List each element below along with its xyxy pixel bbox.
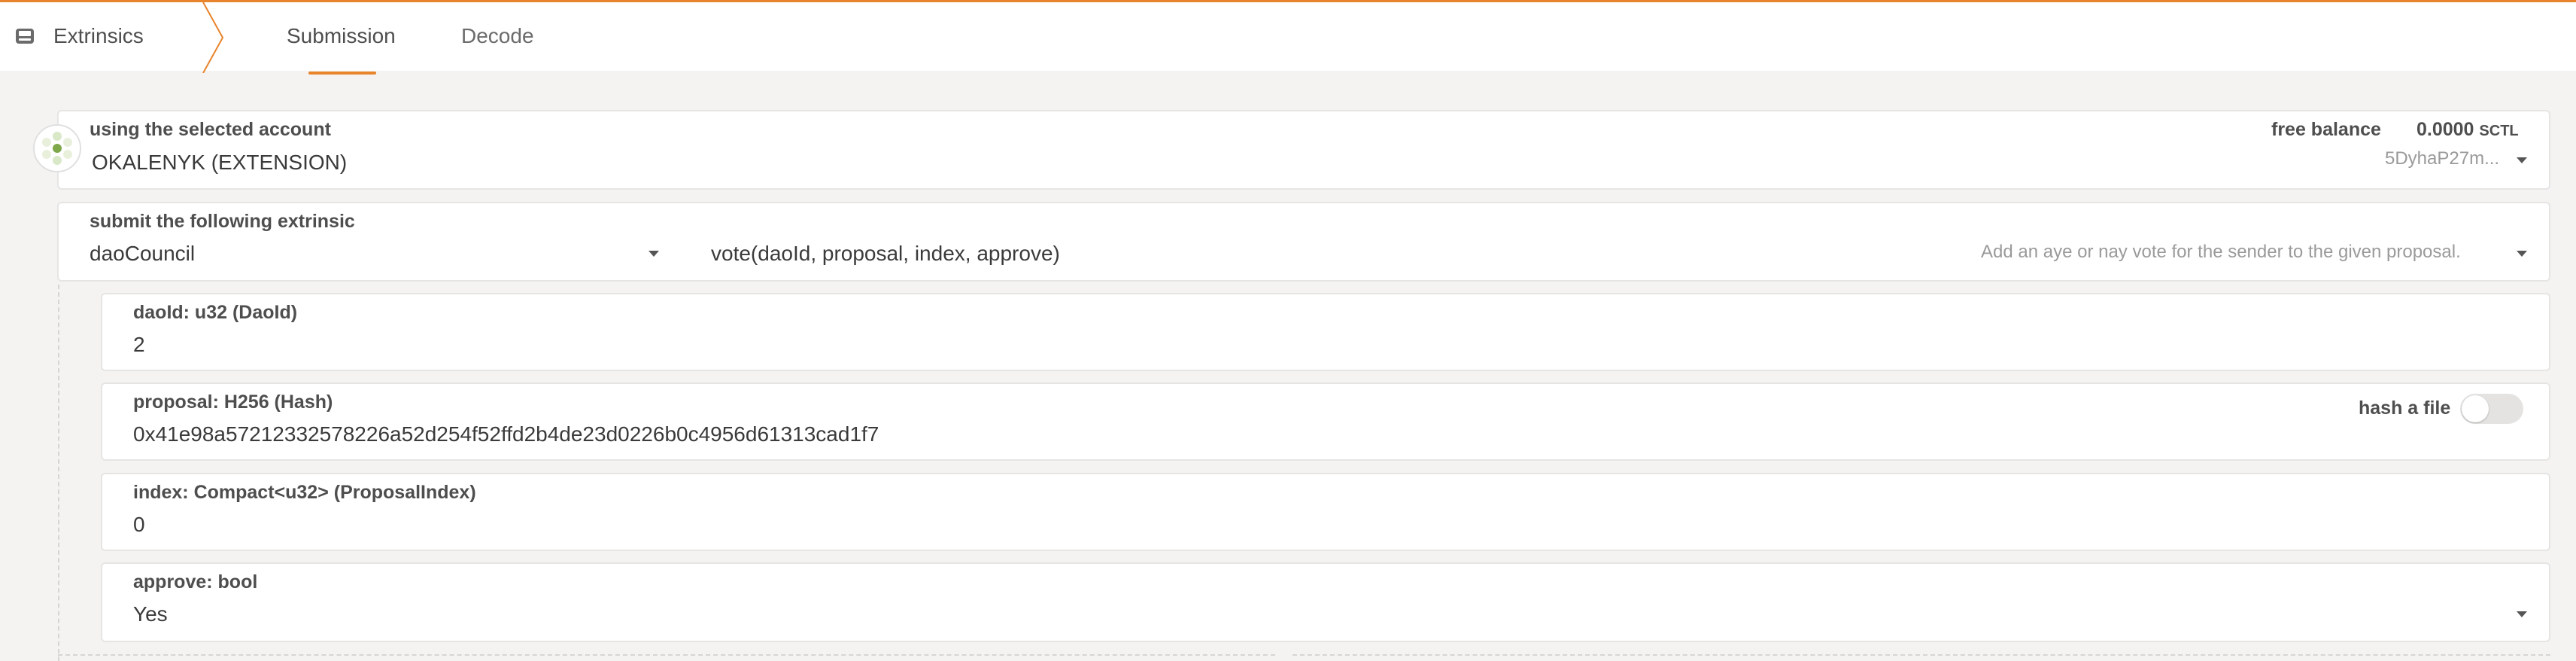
tab-decode[interactable]: Decode	[461, 24, 534, 48]
params-guide-line	[58, 654, 1275, 656]
page-header: Extrinsics Submission Decode	[0, 0, 2576, 75]
free-balance-label: free balance	[2271, 119, 2381, 140]
section-title: Extrinsics	[53, 24, 144, 47]
proposal-hash-input[interactable]: 0x41e98a57212332578226a52d254f52ffd2b4de…	[133, 422, 879, 446]
param-label: approve: bool	[133, 571, 258, 592]
param-approve[interactable]	[101, 562, 2550, 642]
account-label: using the selected account	[90, 119, 331, 140]
chevron-down-icon[interactable]	[2517, 611, 2527, 617]
account-address: 5DyhaP27m...	[2385, 148, 2500, 169]
method-description: Add an aye or nay vote for the sender to…	[1981, 242, 2461, 262]
index-input[interactable]: 0	[133, 513, 145, 537]
params-guide-line	[58, 285, 59, 661]
hash-file-label: hash a file	[2359, 398, 2451, 419]
toggle-knob	[2462, 395, 2489, 422]
account-name: OKALENYK (EXTENSION)	[92, 151, 348, 174]
active-tab-indicator	[308, 72, 376, 75]
param-dao-id[interactable]	[101, 293, 2550, 371]
params-guide-line	[1293, 654, 2550, 656]
chevron-down-icon[interactable]	[2517, 251, 2527, 257]
chevron-down-icon[interactable]	[649, 251, 659, 257]
tab-submission[interactable]: Submission	[287, 24, 396, 48]
inbox-icon	[16, 29, 34, 44]
module-dropdown[interactable]: daoCouncil	[90, 242, 195, 266]
account-identicon	[33, 124, 81, 172]
breadcrumb-separator	[202, 2, 224, 73]
account-selector[interactable]	[57, 110, 2550, 190]
chevron-down-icon[interactable]	[2517, 157, 2527, 163]
approve-dropdown[interactable]: Yes	[133, 602, 168, 626]
method-dropdown[interactable]: vote(daoId, proposal, index, approve)	[711, 242, 1060, 266]
balance-value: 0.0000 SCTL	[2417, 119, 2519, 140]
param-label: proposal: H256 (Hash)	[133, 391, 333, 413]
dao-id-input[interactable]: 2	[133, 333, 145, 357]
hash-file-toggle[interactable]	[2460, 394, 2523, 424]
param-label: index: Compact<u32> (ProposalIndex)	[133, 482, 476, 503]
param-proposal[interactable]	[101, 382, 2550, 461]
balance-unit: SCTL	[2479, 123, 2519, 139]
param-label: daoId: u32 (DaoId)	[133, 302, 298, 323]
extrinsic-label: submit the following extrinsic	[90, 211, 355, 232]
